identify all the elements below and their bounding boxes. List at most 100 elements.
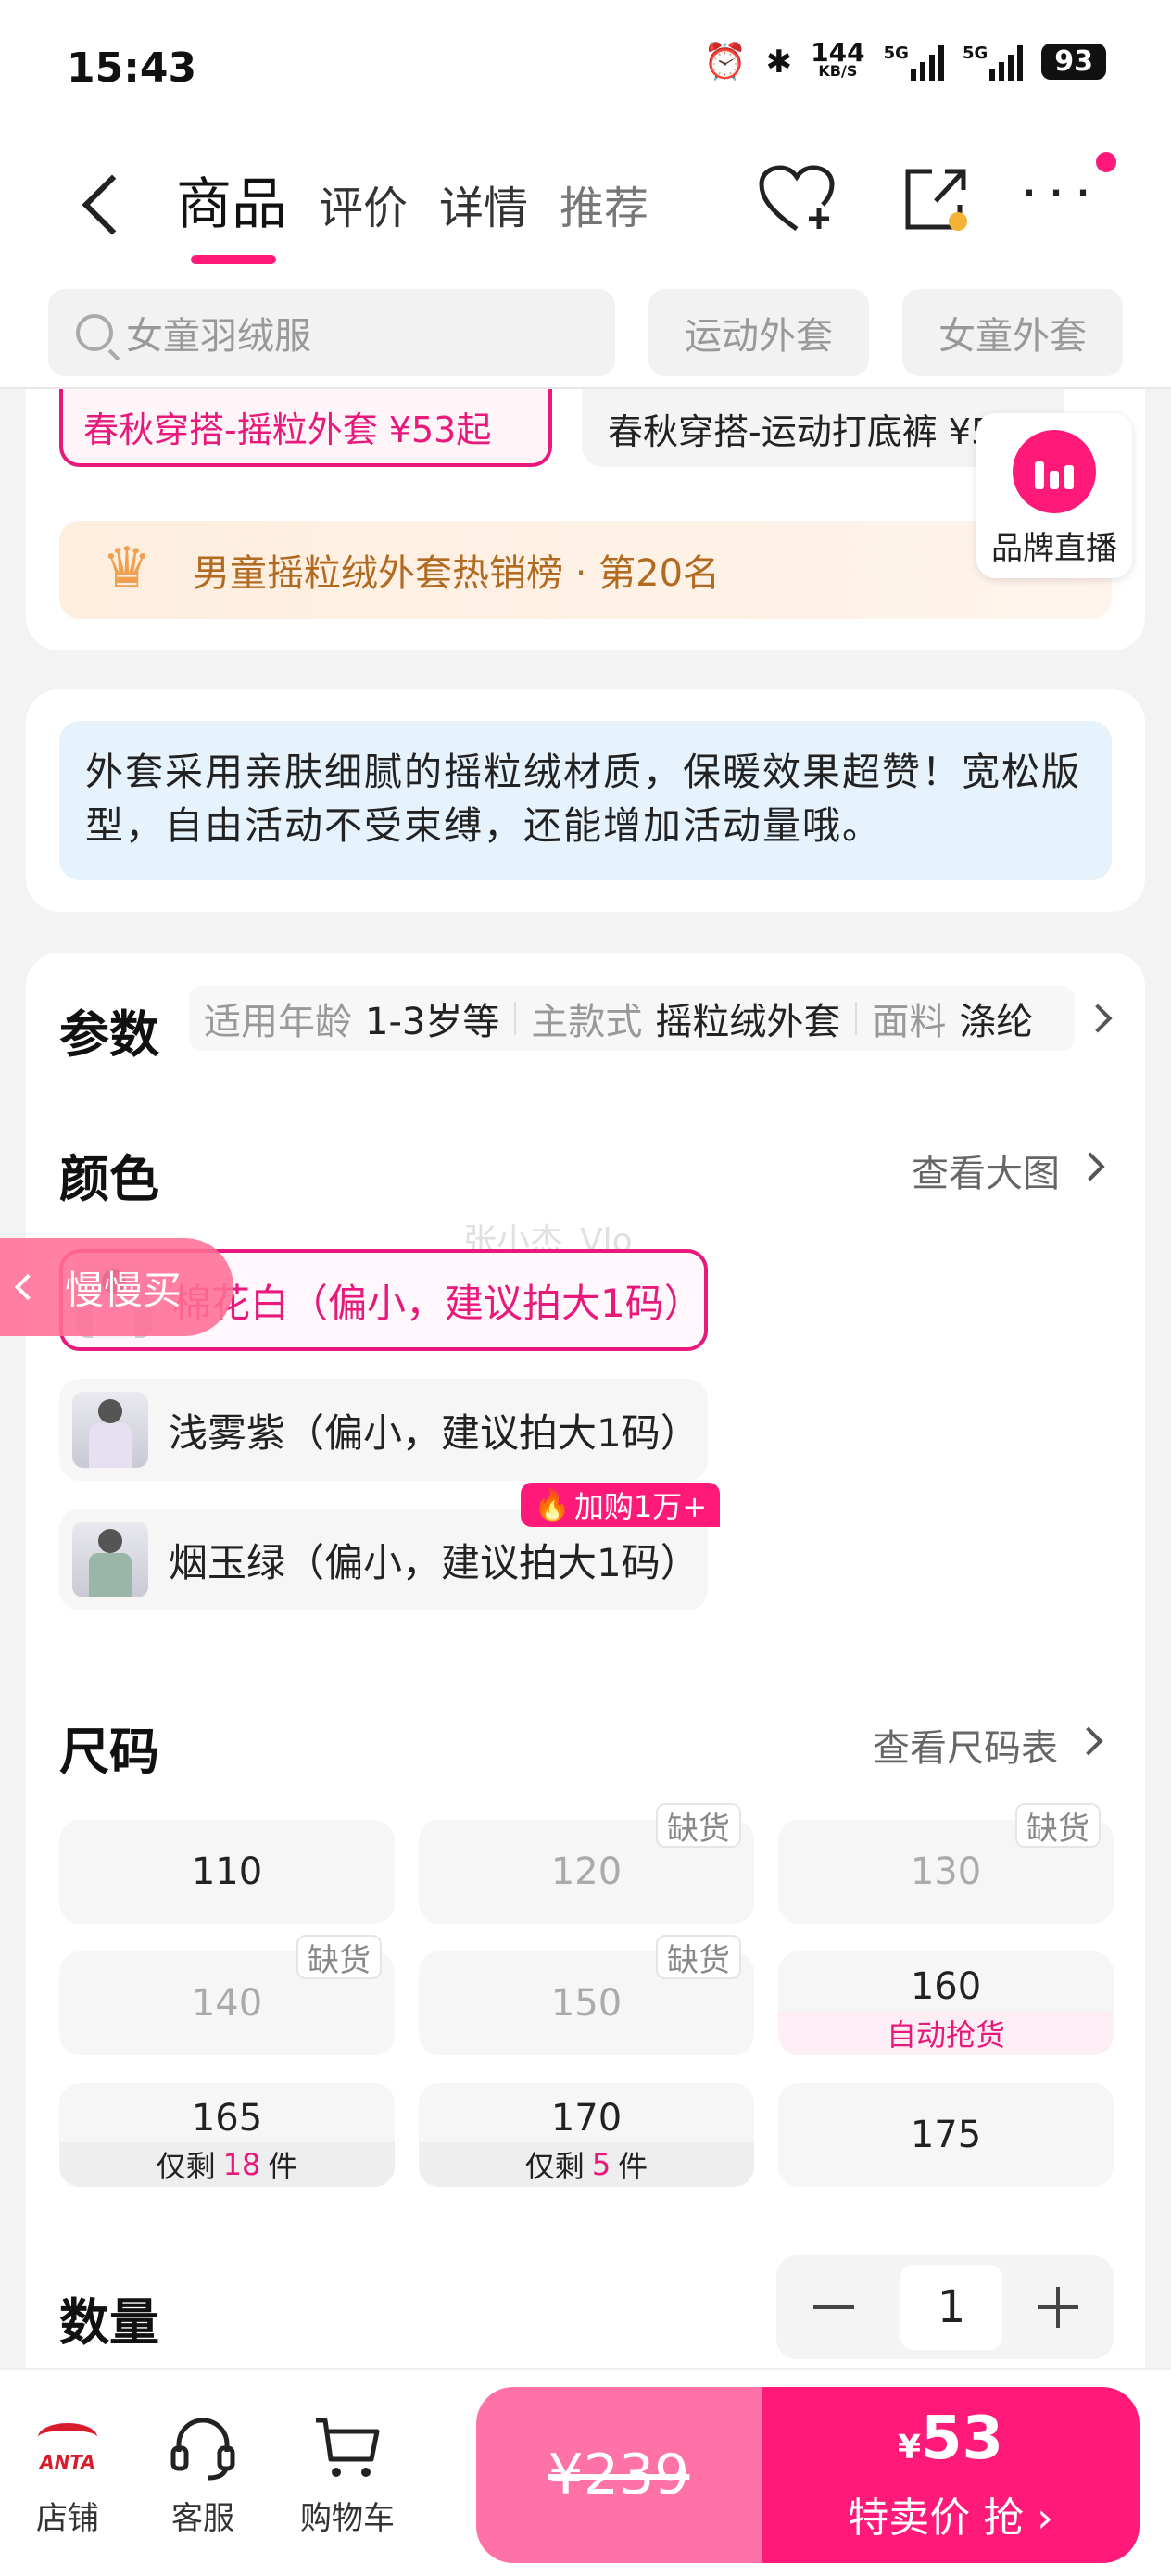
view-size-chart-link[interactable]: 查看尺码表 [873,1718,1058,1772]
crown-icon [83,536,176,600]
description-card: 外套采用亲肤细腻的摇粒绒材质，保暖效果超赞！宽松版型，自由活动不受束缚，还能增加… [26,689,1145,912]
chevron-left-icon [14,1273,42,1301]
headset-icon [143,2413,263,2483]
signal-bars-icon [989,44,1024,81]
params-title: 参数 [59,1005,159,1064]
bluetooth-icon: ✱ [765,43,793,81]
quantity-stepper: 1 [776,2255,1114,2359]
size-option[interactable]: 170 仅剩 5 件 [419,2083,754,2187]
currency-symbol: ¥ [897,2429,921,2467]
signal-1-label: 5G [883,43,909,63]
view-large-image-link[interactable]: 查看大图 [912,1143,1060,1197]
anta-logo-icon: ANTA [7,2413,128,2483]
tab-goods[interactable]: 商品 [176,159,287,264]
rank-banner[interactable]: 男童摇粒绒外套热销榜 · 第20名 [59,521,1112,619]
share-icon[interactable] [894,158,977,241]
param-value: 涤纶 [959,1001,1034,1043]
live-bars-icon [1013,430,1096,513]
tab-recommend[interactable]: 推荐 [560,171,648,236]
stock-remaining: 仅剩 18 件 [59,2142,395,2187]
params-strip[interactable]: 适用年龄 1-3岁等 主款式 摇粒绒外套 面料 涤纶 [189,986,1075,1051]
status-bar: 15:43 ⏰ ✱ 144 KB/S 5G 5G 93 [0,0,1171,139]
promo-tag-selected[interactable]: 春秋穿搭-摇粒外套 ¥53起 [59,389,552,467]
quantity-title: 数量 [59,2293,159,2352]
net-speed-unit: KB/S [818,61,858,80]
minus-button[interactable] [813,2305,854,2309]
section-tabs: 商品 评价 详情 推荐 [176,159,648,264]
price-history-label: 慢慢买 [65,1267,183,1313]
out-of-stock-tag: 缺货 [656,1803,741,1848]
shop-button[interactable]: ANTA 店铺 [7,2413,128,2538]
customer-service-button[interactable]: 客服 [143,2413,263,2538]
param-value: 摇粒绒外套 [655,1001,841,1043]
search-input[interactable]: 女童羽绒服 [48,289,615,376]
search-chip[interactable]: 女童外套 [902,289,1123,376]
customer-service-label: 客服 [171,2500,234,2537]
color-thumbnail [72,1392,148,1468]
out-of-stock-tag: 缺货 [656,1935,741,1979]
original-price-button[interactable]: ¥239 [476,2387,762,2563]
deal-label-text: 特卖价 抢 [848,2494,1025,2542]
stock-prefix: 仅剩 [524,2149,585,2184]
cart-label: 购物车 [300,2500,395,2537]
chevron-right-icon: › [1024,2494,1053,2542]
auto-restock-label: 自动抢货 [778,2011,1114,2055]
param-key: 适用年龄 [204,1001,352,1043]
out-of-stock-tag: 缺货 [1015,1803,1101,1848]
hot-badge-text: 加购1万+ [573,1489,708,1524]
size-option[interactable]: 175 [778,2083,1114,2187]
color-option-label: 浅雾紫（偏小，建议拍大1码） [169,1409,699,1456]
more-options-icon[interactable]: ··· [1019,152,1102,235]
signal-2-label: 5G [962,43,988,63]
battery-indicator: 93 [1041,44,1106,80]
top-nav: 商品 评价 详情 推荐 ··· [0,139,1171,269]
buy-button-group: ¥239 ¥53 特卖价 抢 › [476,2387,1140,2563]
size-label: 110 [191,1850,263,1893]
color-thumbnail [72,1522,148,1597]
status-icons: ⏰ ✱ 144 KB/S 5G 5G 93 [703,39,1106,82]
cart-icon [287,2413,408,2483]
chevron-right-icon[interactable] [1083,1004,1113,1033]
size-option[interactable]: 160 自动抢货 [778,1951,1114,2055]
brand-live-label: 品牌直播 [991,530,1117,567]
bottom-action-bar: ANTA 店铺 客服 购物车 ¥239 ¥53 特卖价 抢 › [0,2368,1171,2576]
rank-text: 男童摇粒绒外套热销榜 · 第20名 [193,552,721,595]
brand-live-button[interactable]: 品牌直播 [976,413,1132,578]
alarm-icon: ⏰ [703,41,748,82]
color-option-label: 棉花白（偏小，建议拍大1码） [172,1280,703,1326]
tab-reviews[interactable]: 评价 [319,171,408,236]
plus-button[interactable] [1038,2287,1078,2328]
stock-count: 18 [222,2147,261,2182]
size-option[interactable]: 165 仅剩 18 件 [59,2083,395,2187]
search-chip[interactable]: 运动外套 [648,289,869,376]
size-option[interactable]: 110 [59,1820,395,1924]
divider [514,1002,517,1035]
param-value: 1-3岁等 [365,1001,500,1043]
search-icon [76,314,113,351]
tab-details[interactable]: 详情 [439,171,528,236]
stock-prefix: 仅剩 [156,2149,216,2184]
favorite-heart-icon[interactable] [755,158,838,241]
cart-button[interactable]: 购物车 [287,2413,408,2538]
param-key: 主款式 [531,1001,643,1043]
size-label: 165 [191,2097,263,2140]
size-label: 160 [910,1965,982,2008]
clock: 15:43 [67,44,197,92]
deal-buy-button[interactable]: ¥53 特卖价 抢 › [762,2387,1140,2563]
price-history-tab[interactable]: 慢慢买 [0,1238,233,1336]
size-label: 175 [910,2114,982,2156]
deal-price-value: 53 [921,2405,1004,2473]
anta-swoosh [38,2423,97,2451]
divider [855,1002,858,1035]
chevron-right-icon [1076,1152,1105,1181]
search-placeholder: 女童羽绒服 [126,315,311,358]
quantity-value[interactable]: 1 [900,2265,1002,2350]
color-option[interactable]: 浅雾紫（偏小，建议拍大1码） [59,1379,708,1481]
param-key: 面料 [872,1001,947,1043]
colors-title: 颜色 [59,1150,159,1208]
fire-icon: 🔥 [534,1487,571,1522]
stock-suffix: 件 [618,2149,648,2184]
brand-text: ANTA [40,2451,95,2473]
signal-bars-icon [910,44,944,81]
back-button[interactable] [74,167,130,241]
